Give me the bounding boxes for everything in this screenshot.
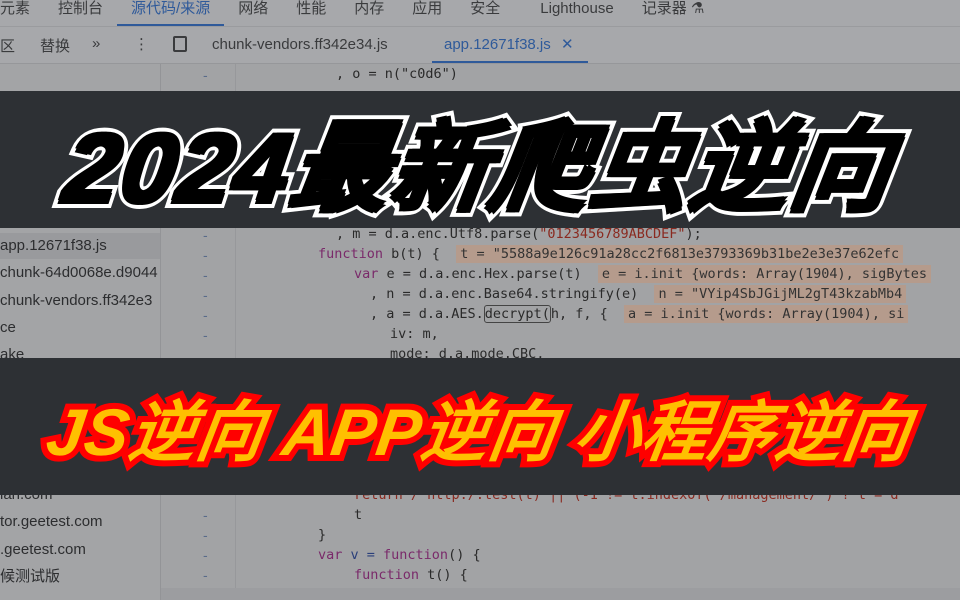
code-line: t (354, 507, 363, 523)
title-banner: 2024最新爬虫逆向 (0, 91, 960, 229)
close-icon[interactable]: ✕ (561, 36, 574, 53)
tab-recorder[interactable]: 记录器 ⚗ (628, 0, 719, 26)
tab-performance[interactable]: 性能 (282, 0, 340, 26)
code-line: } (318, 527, 327, 543)
tab-console[interactable]: 控制台 (44, 0, 117, 26)
code-line: function b(t) { t = "5588a9e126c91a28cc2… (318, 245, 904, 263)
file-item[interactable]: tor.geetest.com (0, 509, 160, 535)
banner-title: 2024最新爬虫逆向 (52, 107, 905, 229)
line-marker: - (203, 527, 208, 543)
code-line: , o = n("c0d6") (336, 66, 458, 82)
file-tab-label: app.12671f38.js (444, 36, 551, 53)
file-tab-app[interactable]: app.12671f38.js ✕ (432, 27, 588, 63)
line-marker: - (203, 507, 208, 523)
more-menu-icon[interactable]: ⋮ (134, 35, 149, 53)
line-marker: - (203, 327, 208, 343)
line-marker: - (203, 247, 208, 263)
file-item[interactable]: .geetest.com (0, 537, 160, 563)
overrides-tab[interactable]: 替换 (40, 35, 70, 56)
tab-sources[interactable]: 源代码/来源 (117, 0, 225, 26)
file-item[interactable]: ce (0, 315, 160, 341)
tab-network[interactable]: 网络 (224, 0, 282, 26)
code-line: , a = d.a.AES.decrypt(h, f, { a = i.init… (370, 305, 909, 323)
devtools-tabbar: 元素 控制台 源代码/来源 网络 性能 内存 应用 安全 Lighthouse … (0, 0, 960, 27)
toggle-sidebar-icon[interactable] (173, 36, 187, 52)
tab-lighthouse[interactable]: Lighthouse (526, 0, 627, 26)
file-item[interactable]: chunk-64d0068e.d9044 (0, 260, 160, 286)
file-item[interactable]: app.12671f38.js (0, 233, 160, 259)
line-marker: - (203, 287, 208, 303)
banner-subtitle: JS逆向 APP逆向 小程序逆向 (37, 389, 923, 475)
line-marker: - (203, 267, 208, 283)
file-item[interactable]: 候测试版 (0, 564, 160, 590)
inline-value: e = i.init {words: Array(1904), sigBytes (597, 265, 931, 283)
inline-value: a = i.init {words: Array(1904), si (623, 305, 909, 323)
tab-application[interactable]: 应用 (398, 0, 456, 26)
file-item[interactable]: chunk-vendors.ff342e3 (0, 288, 160, 314)
line-marker: - (203, 547, 208, 563)
file-tab-chunk-vendors[interactable]: chunk-vendors.ff342e34.js (212, 27, 388, 63)
horizontal-scrollbar[interactable] (161, 588, 960, 600)
code-line: var e = d.a.enc.Hex.parse(t) e = i.init … (354, 265, 931, 283)
inline-value: t = "5588a9e126c91a28cc2f6813e3793369b31… (456, 245, 904, 263)
line-marker: - (203, 567, 208, 583)
inline-value: n = "VYip4SbJGijML2gT43kzabMb4 (654, 285, 907, 303)
line-marker: - (203, 307, 208, 323)
code-line: function t() { (354, 567, 468, 583)
code-line: , n = d.a.enc.Base64.stringify(e) n = "V… (370, 285, 907, 303)
code-line: iv: m, (390, 326, 439, 342)
line-marker: - (203, 67, 208, 83)
tab-elements[interactable]: 元素 (0, 0, 44, 26)
sources-toolbar: 区 替换 » ⋮ chunk-vendors.ff342e34.js app.1… (0, 27, 960, 64)
more-tabs-button[interactable]: » (92, 35, 100, 52)
tab-security[interactable]: 安全 (456, 0, 514, 26)
subtitle-banner: JS逆向 APP逆向 小程序逆向 (0, 358, 960, 495)
code-line: var v = function() { (318, 547, 481, 563)
workspace-tab[interactable]: 区 (0, 35, 15, 56)
tab-memory[interactable]: 内存 (340, 0, 398, 26)
